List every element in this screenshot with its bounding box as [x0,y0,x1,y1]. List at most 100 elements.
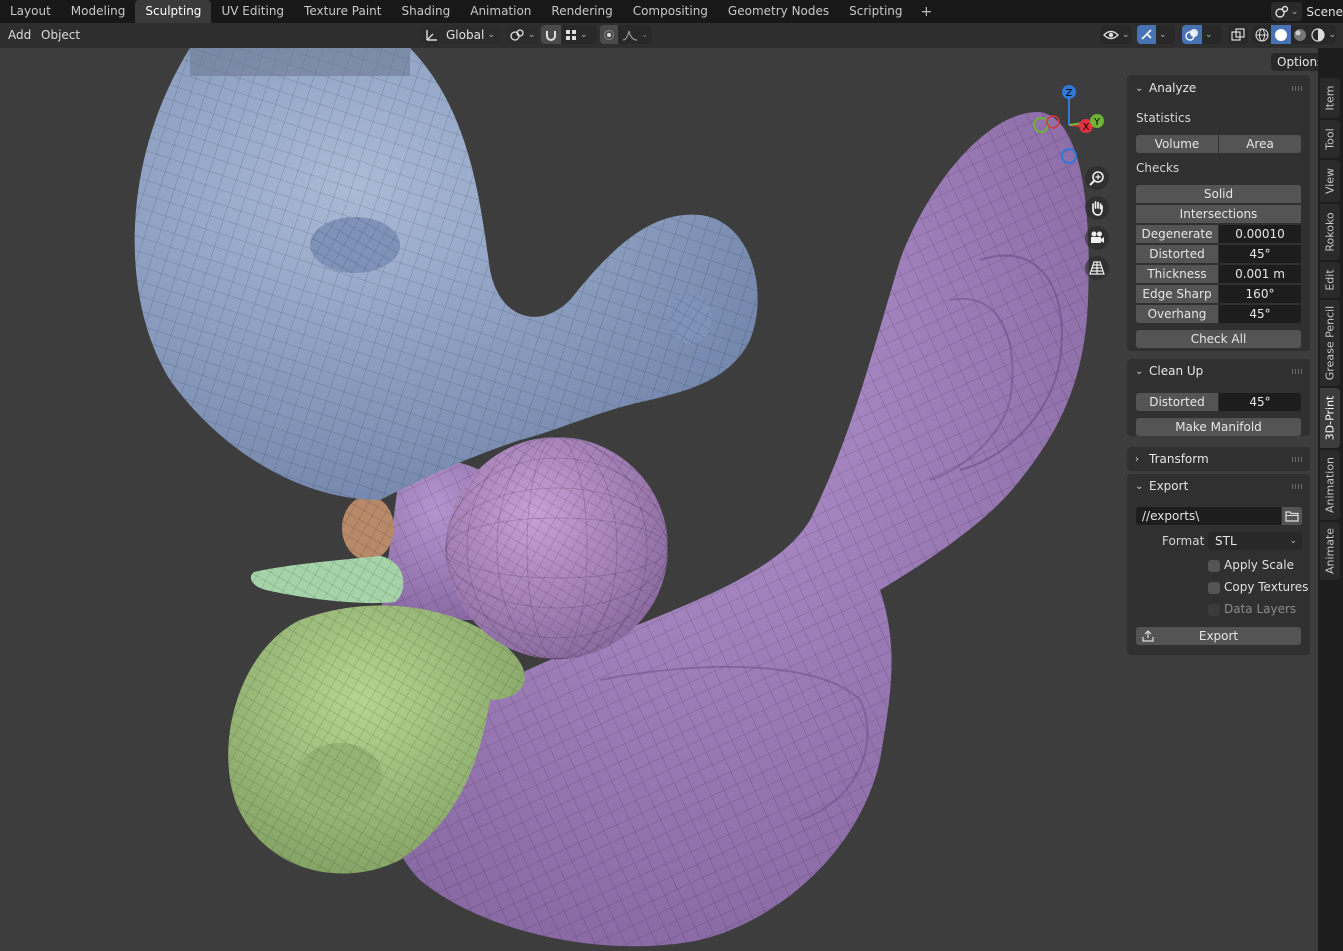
thickness-field[interactable]: 0.001 m [1219,265,1301,283]
camera-view-button[interactable] [1085,226,1109,250]
3d-viewport[interactable]: Z X Y [0,48,1318,951]
cleanup-title: Clean Up [1149,364,1204,378]
drag-grip-icon[interactable] [1292,484,1304,489]
overlays-dropdown[interactable]: ⌄ [1182,25,1222,44]
ortho-toggle-button[interactable] [1085,256,1109,280]
purple-sphere-mesh[interactable] [445,436,669,660]
shading-wireframe-button[interactable] [1252,27,1271,42]
tab-shading[interactable]: Shading [391,0,460,23]
falloff-curve-icon [622,30,638,41]
menu-object[interactable]: Object [37,27,84,43]
export-path-field[interactable]: //exports\ [1136,507,1281,525]
chevron-down-icon: ⌄ [1289,536,1297,546]
gizmo-dropdown[interactable]: ⌄ [1137,25,1175,44]
edge-sharp-field[interactable]: 160° [1219,285,1301,303]
overhang-field[interactable]: 45° [1219,305,1301,323]
rtab-view[interactable]: View [1320,160,1340,202]
xray-toggle[interactable] [1228,25,1248,44]
export-panel-header[interactable]: ⌄ Export [1127,474,1310,499]
cleanup-distorted-field[interactable]: 45° [1219,393,1301,411]
rtab-tool[interactable]: Tool [1320,120,1340,158]
tab-modeling[interactable]: Modeling [61,0,136,23]
pivot-point-dropdown[interactable]: ⌄ [506,25,538,44]
statistics-label: Statistics [1136,111,1191,125]
analyze-panel-header[interactable]: ⌄ Analyze [1127,76,1310,101]
degenerate-field[interactable]: 0.00010 [1219,225,1301,243]
tab-texture-paint[interactable]: Texture Paint [294,0,391,23]
tab-layout[interactable]: Layout [0,0,61,23]
gizmo-icon [1141,29,1152,40]
degenerate-button[interactable]: Degenerate [1136,225,1218,243]
intersections-button[interactable]: Intersections [1136,205,1301,223]
rtab-animation[interactable]: Animation [1320,450,1340,520]
rtab-item[interactable]: Item [1320,78,1340,118]
3d-print-sidebar: ⌄ Analyze Statistics Volume Area Checks … [1127,75,1310,655]
tab-scripting[interactable]: Scripting [839,0,912,23]
area-button[interactable]: Area [1219,135,1301,153]
pan-button[interactable] [1085,196,1109,220]
snap-element-dropdown[interactable]: ⌄ [561,29,588,41]
rtab-edit[interactable]: Edit [1320,262,1340,298]
rtab-edit-label: Edit [1323,269,1337,291]
copy-textures-label[interactable]: Copy Textures [1224,580,1308,594]
tab-sculpting[interactable]: Sculpting [135,0,212,23]
apply-scale-checkbox[interactable] [1208,560,1220,572]
cleanup-panel-header[interactable]: ⌄ Clean Up [1127,359,1310,384]
format-dropdown[interactable]: STL ⌄ [1208,532,1302,550]
tab-animation[interactable]: Animation [460,0,541,23]
scene-selector-button[interactable]: ⌄ [1270,2,1303,21]
export-button[interactable]: Export [1136,627,1301,645]
material-sphere-icon [1294,28,1307,41]
export-title: Export [1149,479,1189,493]
proportional-edit-toggle[interactable] [600,25,618,44]
apply-scale-label[interactable]: Apply Scale [1224,558,1294,572]
tab-compositing[interactable]: Compositing [623,0,718,23]
tab-uv-editing[interactable]: UV Editing [211,0,294,23]
browse-folder-button[interactable] [1282,507,1302,525]
zoom-button[interactable] [1085,166,1109,190]
rtab-animation-label: Animation [1323,456,1337,514]
menu-add[interactable]: Add [4,27,35,43]
drag-grip-icon[interactable] [1292,457,1304,462]
rtab-rokoko-label: Rokoko [1323,212,1337,252]
rtab-view-label: View [1323,167,1337,195]
drag-grip-icon[interactable] [1292,86,1304,91]
distorted-button[interactable]: Distorted [1136,245,1218,263]
thickness-button[interactable]: Thickness [1136,265,1218,283]
rtab-animate[interactable]: Animate [1320,522,1340,580]
shading-material-button[interactable] [1291,28,1310,42]
tab-geometry-nodes[interactable]: Geometry Nodes [718,0,839,23]
volume-button[interactable]: Volume [1136,135,1218,153]
edge-sharp-button[interactable]: Edge Sharp [1136,285,1218,303]
visibility-dropdown[interactable]: ⌄ [1100,25,1132,44]
copy-textures-checkbox[interactable] [1208,582,1220,594]
orange-mesh[interactable] [342,496,394,560]
chevron-down-icon: ⌄ [1135,481,1144,492]
tab-rendering[interactable]: Rendering [541,0,622,23]
add-workspace-button[interactable]: + [913,4,941,20]
cleanup-distorted-button[interactable]: Distorted [1136,393,1218,411]
make-manifold-button[interactable]: Make Manifold [1136,418,1301,436]
rtab-grease-pencil[interactable]: Grease Pencil [1320,300,1340,386]
proportional-falloff-dropdown[interactable]: ⌄ [618,29,649,41]
snap-toggle[interactable] [541,25,561,44]
scene-name[interactable]: Scene [1306,5,1343,19]
shading-solid-button[interactable] [1271,25,1291,44]
rtab-3d-print[interactable]: 3D-Print [1320,388,1340,448]
blue-body-mesh[interactable] [134,48,758,500]
solid-button[interactable]: Solid [1136,185,1301,203]
check-all-button[interactable]: Check All [1136,330,1301,348]
ortho-grid-icon [1089,261,1105,275]
shading-rendered-button[interactable] [1310,27,1325,42]
transform-orientation-dropdown[interactable]: Global ⌄ [420,25,500,44]
overhang-button[interactable]: Overhang [1136,305,1218,323]
drag-grip-icon[interactable] [1292,369,1304,374]
transform-panel-header[interactable]: › Transform [1127,447,1310,472]
rtab-animate-label: Animate [1323,527,1337,575]
distorted-field[interactable]: 45° [1219,245,1301,263]
mint-beak-mesh[interactable] [250,556,404,604]
gizmo-y-label: Y [1093,117,1101,128]
chevron-down-icon: ⌄ [528,29,536,40]
rtab-grease-pencil-label: Grease Pencil [1323,305,1337,381]
rtab-rokoko[interactable]: Rokoko [1320,204,1340,260]
